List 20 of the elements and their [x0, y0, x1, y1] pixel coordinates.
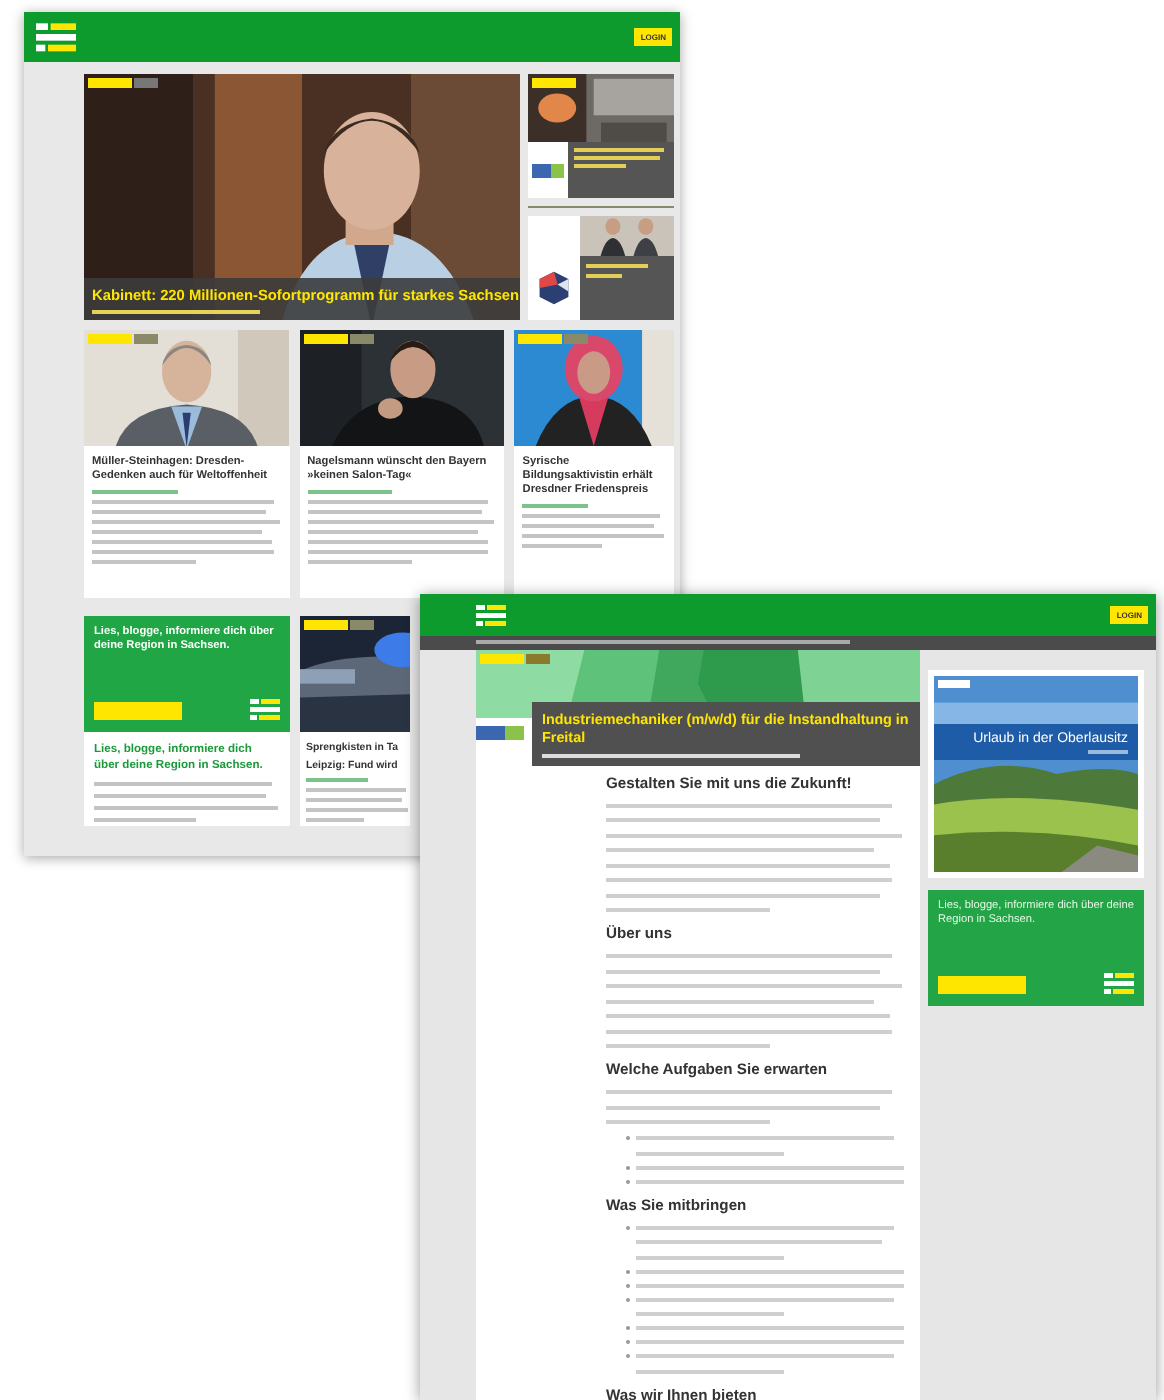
signup-button[interactable]	[94, 701, 182, 719]
text-lines-drawing	[522, 503, 588, 508]
company-logo-icon	[532, 163, 564, 177]
company-logo-icon	[476, 726, 524, 740]
text-lines-drawing	[586, 264, 652, 278]
text-lines-drawing	[306, 788, 410, 822]
text-lines-drawing	[92, 489, 178, 494]
tag-marker	[532, 78, 576, 88]
text-lines-drawing	[306, 778, 369, 782]
site-logo[interactable]	[1104, 972, 1134, 996]
hexagon-logo-icon	[536, 270, 572, 306]
signup-button[interactable]	[938, 975, 1026, 993]
site-logo[interactable]	[36, 21, 76, 53]
text-lines-drawing	[522, 513, 666, 548]
site-logo[interactable]	[476, 603, 506, 627]
text-lines-drawing	[1087, 750, 1128, 754]
site-logo[interactable]	[250, 698, 280, 722]
text-lines-drawing	[574, 148, 668, 168]
text-lines-drawing	[307, 489, 393, 494]
ad-label	[938, 680, 970, 688]
